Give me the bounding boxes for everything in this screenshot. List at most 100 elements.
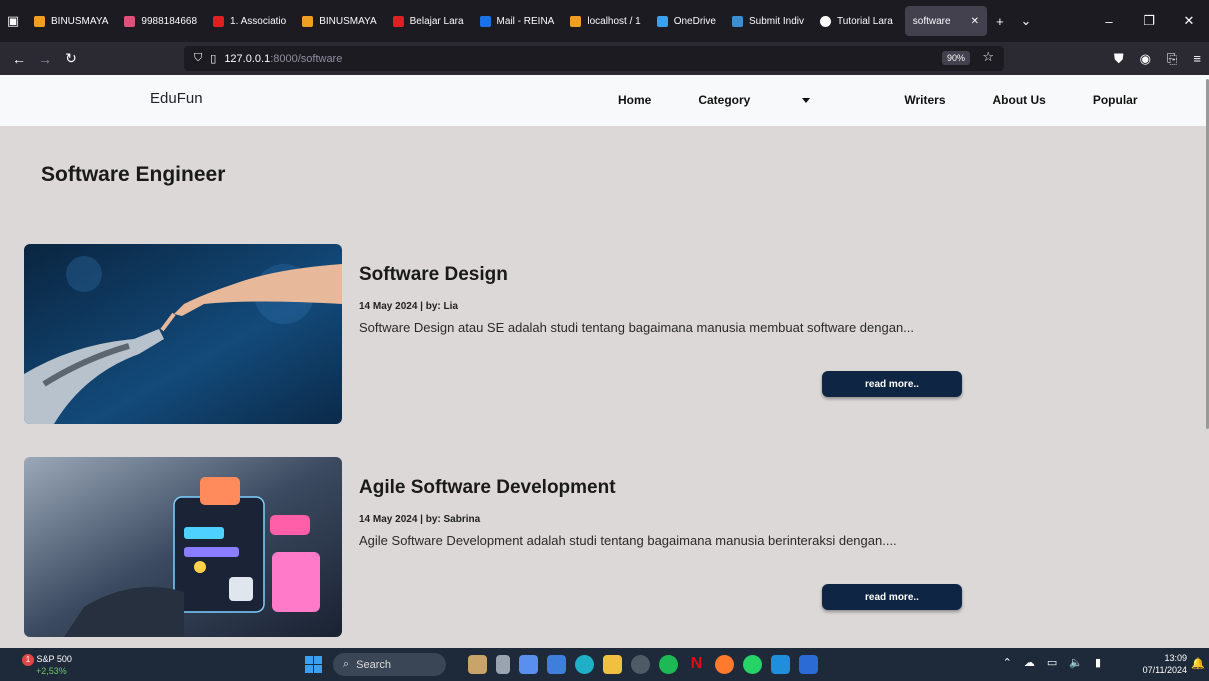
nav-category[interactable]: Category [698,93,857,107]
zoom-badge[interactable]: 90% [941,51,970,65]
tray-cloud-icon[interactable]: ☁ [1024,656,1035,669]
tab[interactable]: Mail - REINA [472,6,563,36]
edge-icon[interactable] [575,655,594,674]
spotify-icon[interactable] [659,655,678,674]
account-icon[interactable]: ◉ [1140,51,1151,67]
toolbar-right-icons: ⛊ ◉ ⎘ ≡ [1114,42,1201,75]
tab[interactable]: Belajar Lara [385,6,472,36]
os-taskbar: 1 S&P 500 +2,53% ⌕ Search N ⌃ ☁ ▭ 🔈 ▮ 13… [0,648,1209,681]
copilot-icon[interactable] [519,655,538,674]
tab-label: 1. Associatio [230,15,287,27]
system-tray: ⌃ ☁ ▭ 🔈 ▮ [1003,656,1101,669]
tab-favicon [124,15,136,27]
vscode-icon[interactable] [771,655,790,674]
search-label: Search [356,658,392,671]
article-title[interactable]: Agile Software Development [359,477,616,499]
netflix-icon[interactable]: N [687,655,706,674]
article-image-uiux-tablet [24,457,342,637]
close-tab-icon[interactable]: ✕ [971,16,979,27]
tab-active[interactable]: software ✕ [904,6,987,36]
bookmark-star-icon[interactable]: ☆ [982,49,994,65]
site-navbar: EduFun Home Category Writers About Us Po… [0,75,1209,429]
url-path: :8000/software [270,52,343,65]
nav-about[interactable]: About Us [993,93,1046,107]
article-title[interactable]: Software Design [359,264,508,286]
tab-label: 9988184668 [141,15,198,27]
tab-strip: BINUSMAYA 9988184668 1. Associatio BINUS… [26,6,987,36]
menu-icon[interactable]: ≡ [1193,51,1201,66]
tab-label: BINUSMAYA [319,15,377,27]
stock-widget[interactable]: 1 S&P 500 +2,53% [22,654,72,677]
nav-home[interactable]: Home [618,93,651,107]
read-more-button[interactable]: read more.. [822,584,962,610]
stock-badge: 1 [22,654,34,666]
reload-icon[interactable]: ↻ [58,50,84,67]
tab[interactable]: BINUSMAYA [26,6,116,36]
article-description: Software Design atau SE adalah studi ten… [359,320,915,335]
restore-icon[interactable]: ❐ [1129,0,1169,42]
firefox-icon[interactable] [715,655,734,674]
github-icon[interactable] [631,655,650,674]
tab-label: software [912,15,951,27]
task-view-icon[interactable] [496,655,510,674]
tab-favicon [570,15,582,27]
word-icon[interactable] [799,655,818,674]
tab-favicon [656,15,668,27]
file-explorer-icon[interactable] [603,655,622,674]
page-icon: ▯ [210,53,217,65]
tab-favicon [213,15,225,27]
chevron-down-icon[interactable]: ⌄ [1013,13,1039,29]
extensions-icon[interactable]: ⎘ [1167,51,1177,67]
tab-label: Submit Indiv [748,15,804,27]
minimize-icon[interactable]: – [1089,0,1129,42]
read-more-button[interactable]: read more.. [822,371,962,397]
whatsapp-icon[interactable] [743,655,762,674]
tab[interactable]: 9988184668 [116,6,205,36]
clock[interactable]: 13:09 07/11/2024 [1143,652,1187,676]
tab[interactable]: OneDrive [649,6,724,36]
tray-chevron-up-icon[interactable]: ⌃ [1003,656,1012,669]
tab-favicon [392,15,404,27]
back-icon[interactable]: ← [6,51,32,67]
article-image-robot-hand [24,244,342,424]
tab[interactable]: 1. Associatio [205,6,294,36]
forward-icon[interactable]: → [32,51,58,67]
volume-icon[interactable]: 🔈 [1069,656,1083,669]
tab[interactable]: localhost / 1 [562,6,648,36]
browser-tab-bar: ▣ BINUSMAYA 9988184668 1. Associatio BIN… [0,0,1209,42]
address-bar[interactable]: ⛉ ▯ 127.0.0.1:8000/software 90% ☆ [184,46,1004,71]
tab-list-icon[interactable]: ▣ [0,13,26,29]
tab-label: Belajar Lara [409,15,464,27]
nav-writers[interactable]: Writers [904,93,945,107]
tab-favicon [479,15,491,27]
taskbar-search[interactable]: ⌕ Search [333,653,446,676]
article-card: Software Design 14 May 2024 | by: Lia So… [24,244,964,424]
tab[interactable]: BINUSMAYA [294,6,384,36]
store-icon[interactable] [547,655,566,674]
nav-category-label: Category [698,93,751,107]
search-icon: ⌕ [343,658,350,670]
browser-toolbar: ← → ↻ ⛉ ▯ 127.0.0.1:8000/software 90% ☆ … [0,42,1209,75]
nav-popular[interactable]: Popular [1093,93,1138,107]
tab-label: localhost / 1 [587,15,641,27]
close-window-icon[interactable]: ✕ [1169,0,1209,42]
caret-down-icon [802,98,811,104]
battery-icon[interactable]: ▮ [1095,656,1101,669]
shield-icon[interactable]: ⛉ [194,52,202,65]
pocket-icon[interactable]: ⛊ [1114,51,1124,67]
site-brand[interactable]: EduFun [150,90,203,107]
article-card: Agile Software Development 14 May 2024 |… [24,457,964,637]
tab[interactable]: Tutorial Lara [812,6,901,36]
tab-favicon [302,15,314,27]
widget-icon[interactable] [468,655,487,674]
notification-bell-icon[interactable]: 🔔 [1191,657,1205,670]
tab-label: OneDrive [673,15,716,27]
clock-date: 07/11/2024 [1142,665,1187,675]
new-tab-icon[interactable]: + [987,14,1013,29]
network-icon[interactable]: ▭ [1047,656,1057,669]
tab-favicon [34,15,45,27]
tab-label: BINUSMAYA [51,15,109,27]
tab[interactable]: Submit Indiv [724,6,812,36]
windows-start-icon[interactable] [305,656,322,673]
page-title: Software Engineer [41,163,226,186]
